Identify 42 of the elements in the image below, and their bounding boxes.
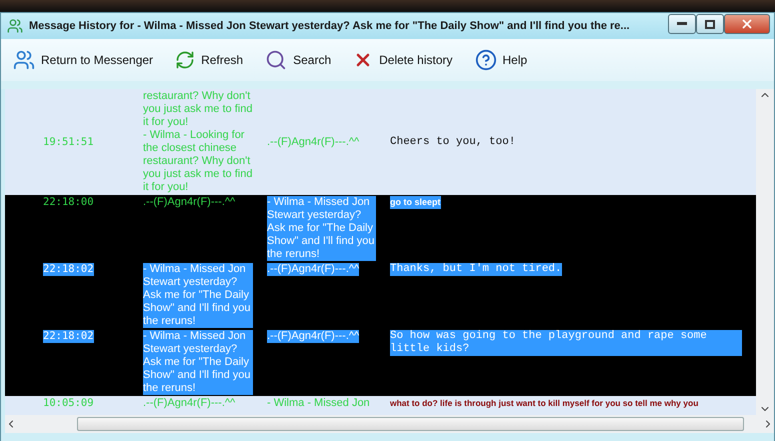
maximize-icon [705, 20, 715, 28]
message-text: what to do? life is through just want to kill myself for you so tell me why you [390, 397, 698, 410]
recipient-text: .--(F)Agn4r(F)---.^^ [267, 263, 360, 276]
toolbar-button[interactable]: Refresh [171, 48, 248, 72]
recipient-text: .--(F)Agn4r(F)---.^^ [267, 136, 360, 148]
toolbar-button[interactable]: Search [261, 47, 336, 73]
refresh-icon [175, 50, 196, 70]
vertical-scrollbar[interactable] [756, 89, 774, 415]
scrollbar-thumb[interactable] [77, 417, 744, 431]
message-text: Thanks, but I'm not tired. [390, 263, 562, 276]
minimize-icon [677, 22, 687, 26]
history-row[interactable]: 22:18:00 .--(F)Agn4r(F)---.^^ - Wilma - Missed Jon Stewart yesterday? Ask me for "The Daily Show" and I'll find you the reruns! go to sleept [5, 195, 756, 262]
message-text: Cheers to you, too! [390, 136, 516, 148]
minimize-button[interactable] [668, 14, 696, 34]
toolbar-button[interactable]: Delete history [349, 48, 456, 72]
sender-text: .--(F)Agn4r(F)---.^^ [143, 196, 236, 209]
time-text: 22:18:02 [43, 330, 94, 343]
recipient-text: - Wilma - Missed Jon Stewart yesterday? Ask me for "The Daily Show" and I'll find you the reruns! [267, 196, 376, 261]
maximize-button[interactable] [696, 14, 724, 34]
close-button[interactable] [724, 14, 770, 34]
message-text: go to sleept [390, 196, 441, 209]
help-icon [474, 49, 496, 71]
sender-text: - Wilma - Looking for the closest chinese restaurant? Why don't you just ask me to find it for you! [143, 129, 253, 194]
search-icon [265, 49, 288, 71]
time-text: 22:18:02 [43, 263, 94, 276]
time-text: 22:18:00 [43, 196, 94, 209]
horizontal-scrollbar[interactable] [5, 415, 774, 433]
time-text: 19:51:51 [43, 136, 94, 148]
sender-text: - Wilma - Missed Jon Stewart yesterday? Ask me for "The Daily Show" and I'll find you the reruns! [143, 263, 253, 328]
toolbar-button[interactable]: Return to Messenger [9, 47, 158, 73]
window-title: Message History for - Wilma - Missed Jon Stewart yesterday? Ask me for "The Daily Show" and I'll find you the re... [29, 20, 631, 32]
sender-text: restaurant? Why don't you just ask me to find it for you! [143, 90, 253, 129]
toolbar-button[interactable]: Help [470, 47, 532, 73]
recipient-text: - Wilma - Missed Jon [267, 397, 370, 410]
close-icon [740, 17, 754, 31]
message-text: So how was going to the playground and rape some little kids? [390, 330, 742, 356]
users-icon [7, 18, 23, 34]
recipient-text: .--(F)Agn4r(F)---.^^ [267, 330, 360, 343]
users-icon [13, 49, 35, 71]
time-text: 10:05:09 [43, 397, 94, 410]
sender-text: - Wilma - Missed Jon Stewart yesterday? Ask me for "The Daily Show" and I'll find you the reruns! [143, 330, 253, 395]
sender-text: .--(F)Agn4r(F)---.^^ [143, 397, 236, 410]
